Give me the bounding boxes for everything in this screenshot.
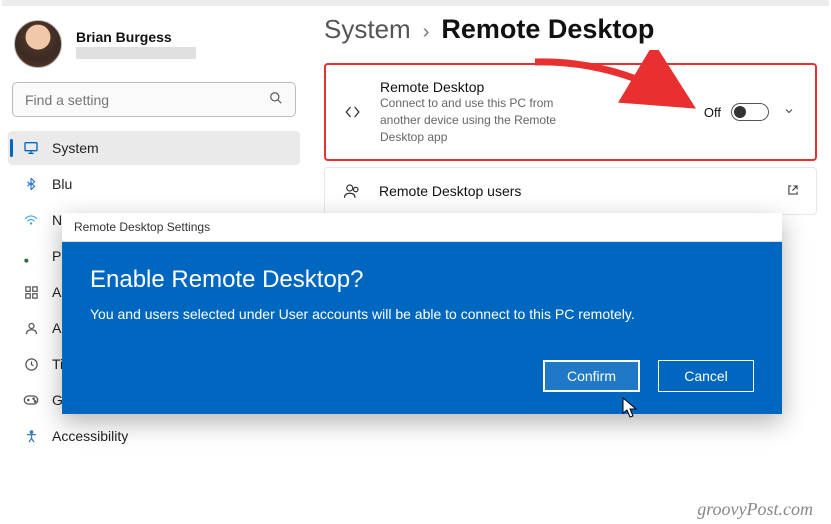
dialog-text: You and users selected under User accoun… [90,306,754,322]
dialog-titlebar: Remote Desktop Settings [62,213,782,242]
sidebar-item-accessibility[interactable]: Accessibility [8,419,300,453]
user-account-row[interactable]: Brian Burgess [8,16,300,82]
sidebar-item-label: Accessibility [52,428,128,444]
sidebar-item-label: System [52,140,99,156]
chevron-down-icon[interactable] [779,104,799,120]
avatar [14,20,62,68]
chevron-right-icon: › [423,21,430,44]
clock-icon [22,355,40,373]
remote-desktop-toggle[interactable] [731,103,769,121]
search-box[interactable] [12,82,296,117]
search-input[interactable] [25,92,269,108]
users-icon [341,182,363,200]
gamepad-icon [22,391,40,409]
confirm-button[interactable]: Confirm [543,360,640,392]
monitor-icon [22,139,40,157]
sidebar-item-bluetooth[interactable]: Blu [8,167,300,201]
sidebar-item-label: Blu [52,176,72,192]
breadcrumb-parent[interactable]: System [324,14,411,45]
remote-desktop-users-card[interactable]: Remote Desktop users [324,167,817,215]
toggle-state-label: Off [704,105,721,120]
watermark: groovyPost.com [697,499,813,520]
wifi-icon [22,211,40,229]
bluetooth-icon [22,175,40,193]
user-name: Brian Burgess [76,29,196,45]
remote-desktop-icon [342,102,364,122]
brush-icon [22,247,40,265]
remote-desktop-card[interactable]: Remote Desktop Connect to and use this P… [324,63,817,161]
person-icon [22,319,40,337]
open-external-icon[interactable] [786,183,800,200]
sidebar-item-system[interactable]: System [8,131,300,165]
accessibility-icon [22,427,40,445]
confirm-dialog: Remote Desktop Settings Enable Remote De… [62,213,782,414]
cancel-button[interactable]: Cancel [658,360,754,392]
page-title: Remote Desktop [441,14,654,45]
card-title: Remote Desktop users [379,183,770,199]
apps-icon [22,283,40,301]
breadcrumb: System › Remote Desktop [324,14,817,45]
dialog-heading: Enable Remote Desktop? [90,266,754,294]
user-email-placeholder [76,47,196,59]
card-title: Remote Desktop [380,79,688,95]
card-description: Connect to and use this PC from another … [380,95,590,145]
search-icon [269,91,283,108]
toggle-knob [734,106,746,118]
